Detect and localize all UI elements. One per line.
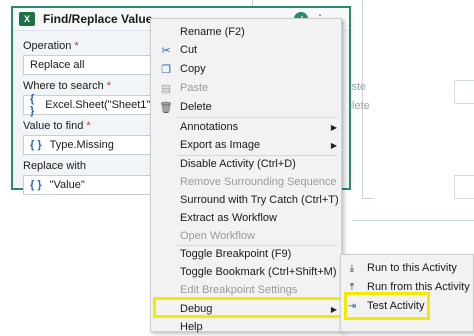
menu-item-copy[interactable]: ❐ Copy <box>151 60 341 78</box>
trash-icon: 🗑 <box>159 101 173 114</box>
activity-title: Find/Replace Value <box>43 12 153 26</box>
menu-item-help[interactable]: Help <box>151 318 341 336</box>
value-to-find-field[interactable]: { } Type.Missing <box>23 135 155 155</box>
where-to-search-field[interactable]: { } Excel.Sheet("Sheet1") <box>23 93 155 117</box>
expression-icon: { } <box>30 179 42 191</box>
menu-item-export-image[interactable]: Export as Image ▶ <box>151 136 341 154</box>
menu-item-remove-sequence: Remove Surrounding Sequence <box>180 176 337 188</box>
debug-highlight-box <box>153 297 343 318</box>
submenu-arrow-icon: ▶ <box>330 122 337 132</box>
copy-icon: ❐ <box>161 63 171 76</box>
submenu-arrow-icon: ▶ <box>330 140 337 150</box>
excel-icon: X <box>19 12 35 26</box>
menu-item-toggle-breakpoint[interactable]: Toggle Breakpoint (F9) <box>151 245 341 263</box>
menu-item-delete[interactable]: 🗑 Delete <box>151 98 341 116</box>
test-activity-highlight-box <box>344 292 430 320</box>
menu-item-rename[interactable]: Rename (F2) <box>151 23 341 41</box>
paste-icon: ▤ <box>160 82 172 95</box>
operation-dropdown[interactable]: Replace all <box>23 55 155 75</box>
menu-item-open-workflow: Open Workflow <box>180 230 255 242</box>
menu-item-toggle-bookmark[interactable]: Toggle Bookmark (Ctrl+Shift+M) <box>151 263 341 281</box>
menu-item-paste: ▤ Paste <box>160 82 209 95</box>
run-to-icon: ⤓ <box>349 262 355 274</box>
panel-toggle-button[interactable] <box>454 80 474 104</box>
scissors-icon: ✂ <box>161 44 171 57</box>
menu-item-annotations[interactable]: Annotations ▶ <box>151 118 341 136</box>
expression-icon: { } <box>30 139 42 151</box>
panel-toggle-button[interactable] <box>454 175 474 199</box>
menu-item-extract-workflow[interactable]: Extract as Workflow <box>151 209 341 227</box>
submenu-item-run-to[interactable]: ⤓ Run to this Activity <box>341 258 473 278</box>
replace-with-field[interactable]: { } "Value" <box>23 175 155 195</box>
expression-icon: { } <box>30 93 35 117</box>
menu-item-disable-activity[interactable]: Disable Activity (Ctrl+D) <box>151 155 341 173</box>
menu-item-surround-try-catch[interactable]: Surround with Try Catch (Ctrl+T) <box>151 191 341 209</box>
menu-item-cut[interactable]: ✂ Cut <box>151 41 341 59</box>
context-menu: Rename (F2) ✂ Cut ❐ Copy ▤ Paste 🗑 Delet… <box>150 18 342 333</box>
